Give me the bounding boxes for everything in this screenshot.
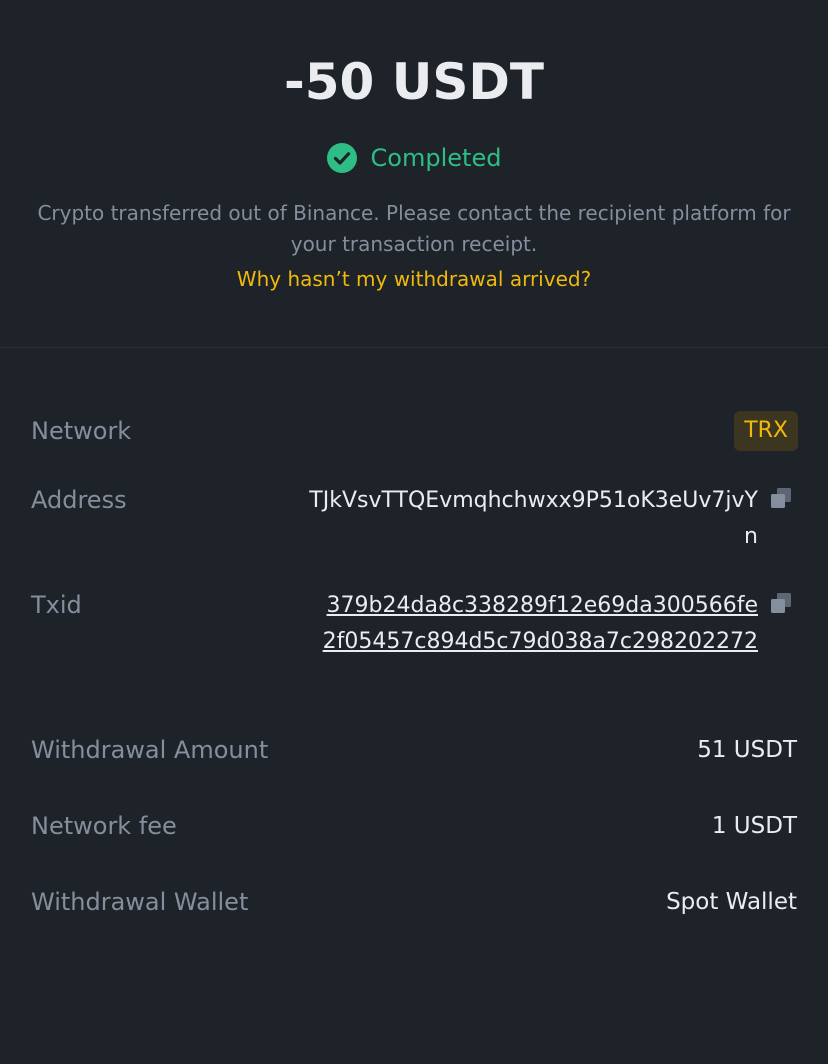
network-badge: TRX (734, 411, 798, 451)
check-circle-icon (326, 143, 357, 173)
transfer-note: Crypto transferred out of Binance. Pleas… (37, 201, 791, 256)
address-value: TJkVsvTTQEvmqhchwxx9P51oK3eUv7jvYn (309, 488, 758, 549)
network-fee-label: Network fee (31, 812, 177, 840)
txid-value-link[interactable]: 379b24da8c338289f12e69da300566fe2f05457c… (318, 588, 758, 660)
status-text: Completed (370, 144, 502, 172)
section-divider (0, 347, 828, 348)
txid-label: Txid (31, 591, 82, 619)
network-label: Network (31, 417, 132, 445)
network-fee-value: 1 USDT (711, 813, 797, 839)
withdrawal-amount-heading: -50 USDT (284, 53, 544, 111)
status-row: Completed (0, 142, 828, 174)
copy-address-icon[interactable] (769, 486, 793, 510)
address-label: Address (31, 486, 127, 514)
withdrawal-wallet-value: Spot Wallet (666, 889, 797, 915)
withdrawal-summary: -50 USDT Completed Crypto transferred ou… (0, 0, 828, 347)
withdrawal-amount-label: Withdrawal Amount (31, 736, 269, 764)
withdrawal-help-link[interactable]: Why hasn’t my withdrawal arrived? (0, 264, 828, 295)
withdrawal-detail-screen: -50 USDT Completed Crypto transferred ou… (0, 0, 828, 1064)
withdrawal-wallet-label: Withdrawal Wallet (31, 888, 249, 916)
withdrawal-amount-value: 51 USDT (697, 737, 797, 763)
copy-txid-icon[interactable] (769, 591, 793, 615)
